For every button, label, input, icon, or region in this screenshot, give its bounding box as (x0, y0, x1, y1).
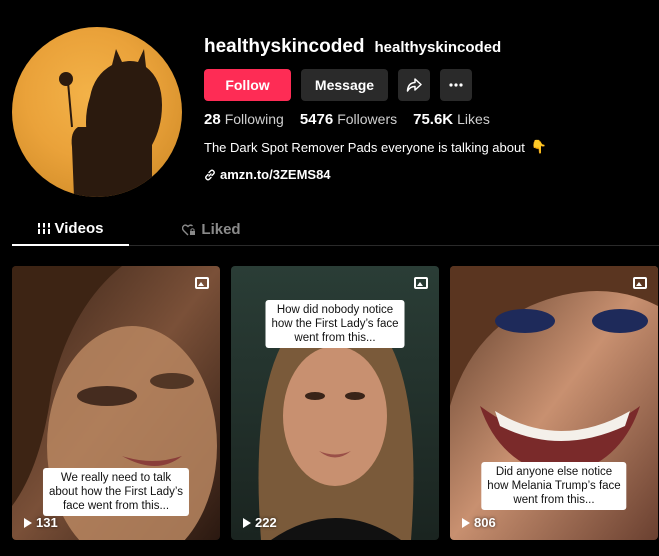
pointing-down-emoji: 👇 (530, 139, 548, 154)
video-caption: Did anyone else notice how Melania Trump… (481, 462, 627, 510)
view-count-value: 222 (255, 515, 277, 530)
view-count-value: 806 (474, 515, 496, 530)
profile-username: healthyskincoded (204, 36, 365, 57)
profile-stats: 28 Following 5476 Followers 75.6K Likes (204, 111, 490, 128)
view-count: 222 (243, 515, 277, 530)
video-card[interactable]: We really need to talk about how the Fir… (12, 266, 220, 540)
link-text: amzn.to/3ZEMS84 (220, 167, 331, 182)
caption-line: went from this... (294, 332, 376, 344)
avatar-silhouette (59, 49, 162, 197)
play-icon (462, 517, 470, 528)
view-count-value: 131 (36, 515, 58, 530)
caption-line: We really need to talk (60, 472, 172, 484)
view-count: 131 (24, 515, 58, 530)
photo-carousel-icon (195, 277, 209, 289)
caption-line: went from this... (513, 494, 595, 506)
stat-label: Following (224, 111, 284, 127)
stat-value: 5476 (299, 111, 334, 128)
stat-likes: 75.6K Likes (413, 111, 490, 128)
bio-text: The Dark Spot Remover Pads everyone is t… (204, 139, 525, 155)
play-icon (243, 517, 251, 528)
tab-videos[interactable]: Videos (12, 213, 129, 246)
tab-label: Videos (54, 220, 104, 237)
grid-icon (37, 223, 50, 234)
play-icon (24, 517, 32, 528)
caption-line: face went from this... (62, 500, 170, 512)
tab-liked[interactable]: Liked (153, 213, 270, 246)
tab-label: Liked (201, 221, 241, 238)
stat-following[interactable]: 28 Following (204, 111, 284, 128)
profile-link[interactable]: amzn.to/3ZEMS84 (204, 167, 331, 182)
video-caption: How did nobody notice how the First Lady… (265, 300, 405, 348)
view-count: 806 (462, 515, 496, 530)
profile-name-row: healthyskincoded healthyskincoded (204, 36, 501, 58)
more-icon (449, 83, 463, 87)
video-card[interactable]: Did anyone else notice how Melania Trump… (450, 266, 658, 540)
stat-label: Followers (337, 111, 398, 127)
stat-value: 28 (204, 111, 221, 128)
video-caption: We really need to talk about how the Fir… (42, 468, 190, 516)
more-button[interactable] (440, 69, 472, 101)
stat-value: 75.6K (413, 111, 454, 128)
caption-line: about how the First Lady’s (48, 486, 184, 498)
message-button[interactable]: Message (301, 69, 388, 101)
heart-lock-icon (182, 223, 196, 235)
caption-line: How did nobody notice (276, 304, 394, 316)
video-card[interactable]: How did nobody notice how the First Lady… (231, 266, 439, 540)
profile-actions: Follow Message (204, 69, 472, 101)
caption-line: how Melania Trump’s face (487, 480, 621, 492)
stat-label: Likes (457, 111, 490, 127)
photo-carousel-icon (414, 277, 428, 289)
photo-carousel-icon (633, 277, 647, 289)
profile-bio: The Dark Spot Remover Pads everyone is t… (204, 139, 547, 155)
caption-line: Did anyone else notice (495, 466, 613, 478)
stat-followers[interactable]: 5476 Followers (300, 111, 397, 128)
share-button[interactable] (398, 69, 430, 101)
caption-line: how the First Lady’s face (271, 318, 399, 330)
profile-tabs: Videos Liked (12, 213, 659, 246)
link-icon (205, 169, 215, 180)
follow-button[interactable]: Follow (204, 69, 291, 101)
profile-avatar[interactable] (12, 27, 182, 197)
profile-nickname: healthyskincoded (374, 39, 502, 56)
share-icon (406, 78, 422, 92)
